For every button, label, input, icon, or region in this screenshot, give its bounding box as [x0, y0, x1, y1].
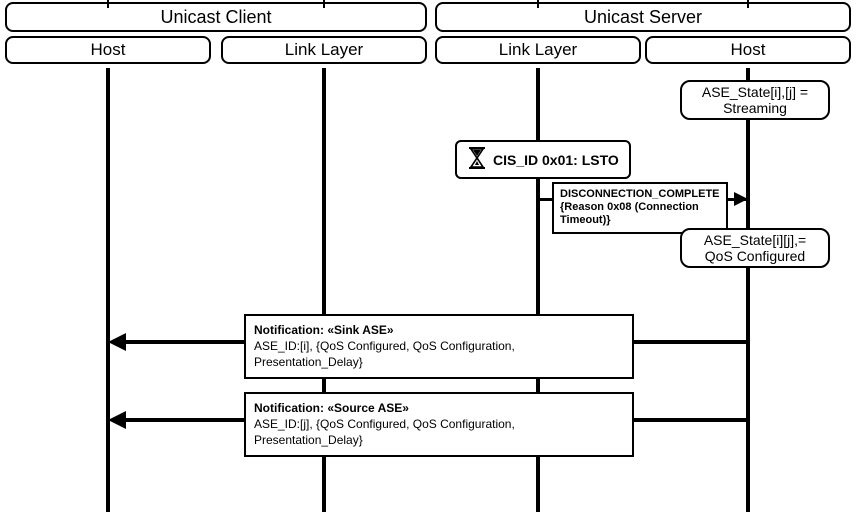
notification-body: ASE_ID:[j], {QoS Configured, QoS Configu… [254, 416, 624, 448]
notification-sink-ase: Notification: «Sink ASE» ASE_ID:[i], {Qo… [244, 314, 634, 379]
notification-title: Notification: «Sink ASE» [254, 322, 624, 338]
participant-server-linklayer: Link Layer [435, 36, 641, 64]
participant-client-host: Host [5, 36, 211, 64]
frame-tick [107, 0, 109, 8]
participant-server-host: Host [645, 36, 851, 64]
state-ase-streaming: ASE_State[i],[j] = Streaming [680, 80, 830, 120]
notification-body: ASE_ID:[i], {QoS Configured, QoS Configu… [254, 338, 624, 370]
frame-tick [537, 0, 539, 8]
notification-source-ase: Notification: «Source ASE» ASE_ID:[j], {… [244, 392, 634, 457]
group-unicast-client: Unicast Client [5, 2, 427, 32]
timer-label: CIS_ID 0x01: LSTO [493, 152, 619, 168]
arrow-head-icon [108, 411, 126, 429]
msg-disconnection-complete: DISCONNECTION_COMPLETE {Reason 0x08 (Con… [552, 182, 728, 234]
lifeline-client-host [106, 68, 110, 512]
group-unicast-server: Unicast Server [435, 2, 851, 32]
frame-tick [323, 0, 325, 8]
arrow-head-icon [734, 192, 748, 206]
lifeline-server-host [746, 68, 750, 512]
msg-line1: DISCONNECTION_COMPLETE [560, 188, 720, 201]
msg-line2: {Reason 0x08 (Connection Timeout)} [560, 201, 720, 227]
timer-cis-lsto: CIS_ID 0x01: LSTO [455, 140, 631, 179]
hourglass-icon [467, 146, 487, 173]
arrow-head-icon [108, 333, 126, 351]
notification-title: Notification: «Source ASE» [254, 400, 624, 416]
state-ase-qos-configured: ASE_State[i][j],= QoS Configured [680, 228, 830, 268]
participant-client-linklayer: Link Layer [221, 36, 427, 64]
frame-tick [747, 0, 749, 8]
